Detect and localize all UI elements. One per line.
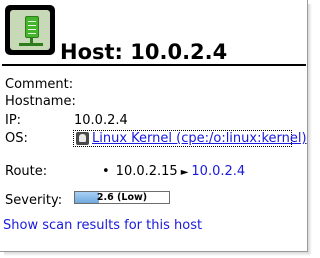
comment-label: Comment: [5,77,74,92]
linux-os-icon [76,132,89,145]
os-details-link[interactable]: Linux Kernel (cpe:/o:linux:kernel) [73,130,307,147]
severity-bar: 2.6 (Low) [74,191,170,204]
panel-shadow-right [308,4,312,254]
ip-label: IP: [5,113,22,128]
severity-bar-text: 2.6 (Low) [96,192,148,203]
severity-label: Severity: [5,193,63,208]
route-hop-target-link[interactable]: 10.0.2.4 [191,164,245,179]
route-label: Route: [5,164,48,179]
host-server-icon [5,5,55,55]
route-path: • 10.0.2.15 ► 10.0.2.4 [102,164,245,180]
os-label: OS: [5,131,28,146]
host-header: Host: 10.0.2.4 [2,2,306,64]
ip-value: 10.0.2.4 [74,113,128,128]
route-arrow-icon: ► [180,167,189,178]
hostname-label: Hostname: [5,94,76,109]
header-divider [2,64,306,66]
show-scan-results-link[interactable]: Show scan results for this host [3,218,202,233]
route-bullet: • [102,164,110,179]
os-link-text[interactable]: Linux Kernel (cpe:/o:linux:kernel) [92,131,307,146]
page-title: Host: 10.0.2.4 [60,40,228,64]
route-hop-source: 10.0.2.15 [115,164,178,179]
panel-shadow [4,252,310,256]
